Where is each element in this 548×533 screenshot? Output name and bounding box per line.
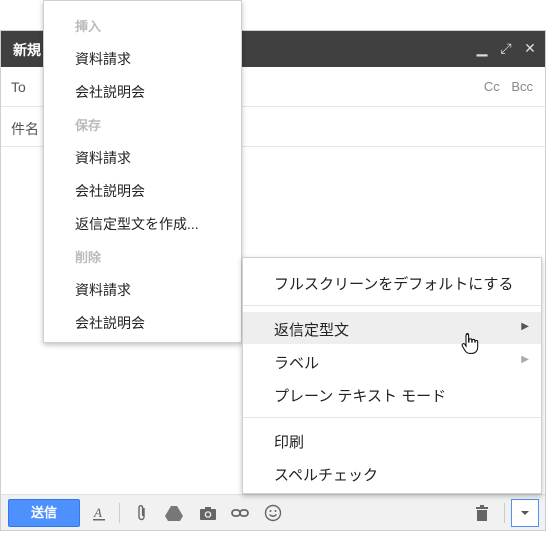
expand-icon[interactable]: ⤢ (499, 39, 513, 57)
compose-toolbar: 送信 A (1, 494, 545, 530)
insert-header: 挿入 (75, 19, 102, 34)
submenu-arrow-icon: ▶ (521, 354, 529, 365)
window-controls: ▁ ⤢ ✕ (475, 39, 537, 57)
delete-item-company-briefing[interactable]: 会社説明会 (75, 313, 145, 333)
compose-title: 新規 (13, 42, 41, 58)
save-header: 保存 (75, 118, 102, 133)
canned-responses-submenu: 挿入 資料請求 会社説明会 保存 資料請求 会社説明会 返信定型文を作成... … (43, 0, 242, 343)
plain-text-mode-item[interactable]: プレーン テキスト モード (274, 385, 446, 406)
print-item[interactable]: 印刷 (274, 431, 304, 452)
more-options-button[interactable] (511, 499, 539, 527)
spellcheck-item[interactable]: スペルチェック (274, 464, 378, 485)
delete-header: 削除 (75, 250, 102, 265)
chevron-down-icon (521, 511, 529, 515)
emoji-icon[interactable] (263, 503, 283, 523)
drive-icon[interactable] (164, 503, 184, 523)
bcc-link[interactable]: Bcc (511, 79, 533, 94)
save-item-company-briefing[interactable]: 会社説明会 (75, 181, 145, 201)
svg-text:A: A (93, 505, 102, 520)
subject-label: 件名 (11, 121, 39, 137)
cc-link[interactable]: Cc (484, 79, 500, 94)
save-item-document-request[interactable]: 資料請求 (75, 148, 131, 168)
camera-icon[interactable] (198, 503, 218, 523)
hand-cursor-icon (461, 332, 479, 354)
attach-icon[interactable] (132, 503, 152, 523)
link-icon[interactable] (230, 503, 250, 523)
insert-item-document-request[interactable]: 資料請求 (75, 49, 131, 69)
to-label: To (11, 79, 26, 95)
send-button[interactable]: 送信 (8, 499, 80, 527)
more-options-menu: フルスクリーンをデフォルトにする 返信定型文 ▶ ラベル ▶ プレーン テキスト… (242, 257, 542, 494)
label-item[interactable]: ラベル (274, 352, 319, 373)
cc-bcc-links: Cc Bcc (476, 79, 533, 94)
formatting-icon[interactable]: A (89, 503, 109, 523)
insert-item-company-briefing[interactable]: 会社説明会 (75, 82, 145, 102)
create-canned-response[interactable]: 返信定型文を作成... (75, 214, 199, 234)
trash-icon[interactable] (472, 503, 492, 523)
close-icon[interactable]: ✕ (523, 39, 537, 57)
canned-responses-item[interactable]: 返信定型文 (274, 319, 349, 340)
fullscreen-default-item[interactable]: フルスクリーンをデフォルトにする (274, 273, 513, 294)
minimize-icon[interactable]: ▁ (475, 39, 489, 57)
delete-item-document-request[interactable]: 資料請求 (75, 280, 131, 300)
submenu-arrow-icon: ▶ (521, 321, 529, 332)
